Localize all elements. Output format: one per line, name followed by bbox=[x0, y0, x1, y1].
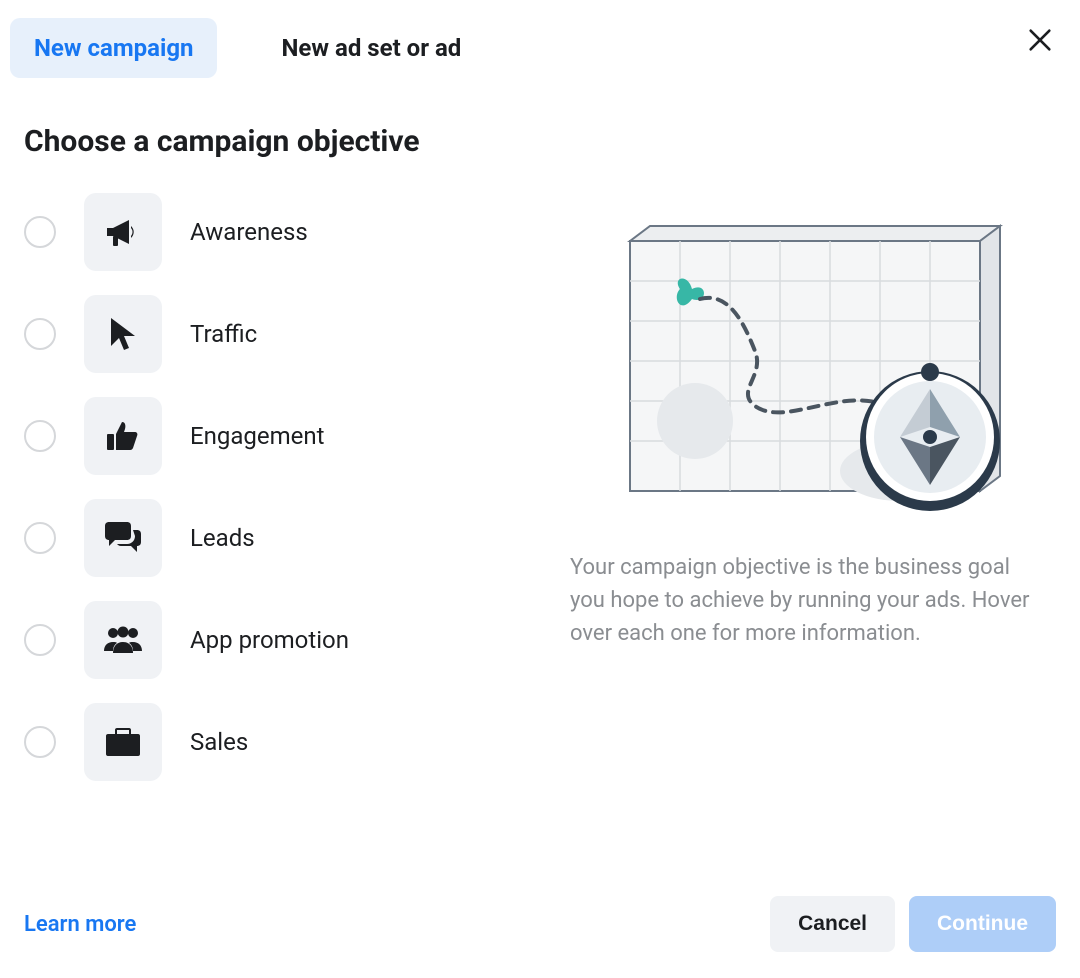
radio-app-promotion[interactable] bbox=[24, 624, 56, 656]
map-compass-illustration bbox=[600, 221, 1020, 521]
radio-sales[interactable] bbox=[24, 726, 56, 758]
objective-label: Engagement bbox=[190, 422, 325, 450]
info-text: Your campaign objective is the business … bbox=[570, 551, 1050, 650]
continue-button[interactable]: Continue bbox=[909, 896, 1056, 952]
radio-awareness[interactable] bbox=[24, 216, 56, 248]
objective-label: Awareness bbox=[190, 218, 308, 246]
tab-new-campaign[interactable]: New campaign bbox=[10, 18, 217, 78]
objective-engagement[interactable]: Engagement bbox=[24, 397, 524, 475]
info-pane: Your campaign objective is the business … bbox=[564, 193, 1056, 781]
group-icon bbox=[84, 601, 162, 679]
objective-sales[interactable]: Sales bbox=[24, 703, 524, 781]
radio-traffic[interactable] bbox=[24, 318, 56, 350]
objective-label: Sales bbox=[190, 728, 248, 756]
radio-engagement[interactable] bbox=[24, 420, 56, 452]
briefcase-icon bbox=[84, 703, 162, 781]
close-button[interactable] bbox=[1026, 26, 1054, 54]
objective-leads[interactable]: Leads bbox=[24, 499, 524, 577]
close-icon bbox=[1026, 26, 1054, 54]
cancel-button[interactable]: Cancel bbox=[770, 896, 895, 952]
objective-label: Traffic bbox=[190, 320, 257, 348]
page-title: Choose a campaign objective bbox=[24, 124, 1080, 159]
learn-more-link[interactable]: Learn more bbox=[24, 912, 136, 937]
radio-leads[interactable] bbox=[24, 522, 56, 554]
like-icon bbox=[84, 397, 162, 475]
megaphone-icon bbox=[84, 193, 162, 271]
top-tabs: New campaign New ad set or ad bbox=[0, 0, 1080, 78]
objective-label: Leads bbox=[190, 524, 255, 552]
objective-app-promotion[interactable]: App promotion bbox=[24, 601, 524, 679]
objective-traffic[interactable]: Traffic bbox=[24, 295, 524, 373]
objective-label: App promotion bbox=[190, 626, 349, 654]
footer: Learn more Cancel Continue bbox=[24, 896, 1056, 952]
cursor-icon bbox=[84, 295, 162, 373]
objective-list: Awareness Traffic Engagement Leads bbox=[24, 193, 524, 781]
objective-awareness[interactable]: Awareness bbox=[24, 193, 524, 271]
tab-new-ad-set[interactable]: New ad set or ad bbox=[257, 18, 485, 78]
comments-icon bbox=[84, 499, 162, 577]
